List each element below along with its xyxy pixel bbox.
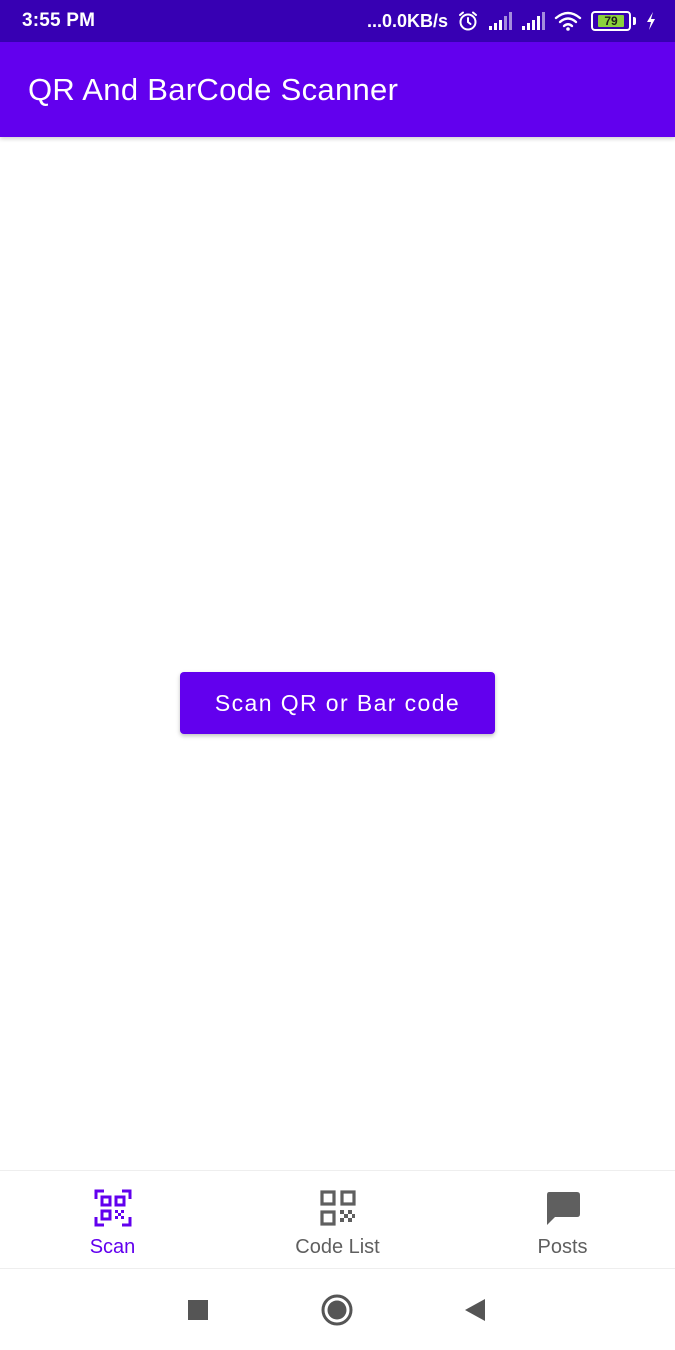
- system-navigation-bar: [0, 1270, 675, 1350]
- nav-item-code-list[interactable]: Code List: [225, 1171, 450, 1268]
- network-speed: ...0.0KB/s: [366, 10, 448, 31]
- status-time: 3:55 PM: [22, 10, 96, 31]
- signal-icon: [521, 12, 545, 30]
- scan-button[interactable]: Scan QR or Bar code: [180, 672, 495, 734]
- nav-item-scan[interactable]: Scan: [0, 1171, 225, 1268]
- battery-level: 79: [598, 14, 624, 28]
- qr-code-icon: [319, 1189, 357, 1227]
- message-icon: [544, 1189, 582, 1227]
- app-bar: QR And BarCode Scanner: [0, 42, 675, 137]
- nav-label-scan: Scan: [89, 1236, 136, 1258]
- wifi-icon: [554, 11, 582, 31]
- battery-icon: 79: [591, 11, 636, 31]
- qr-scan-icon: [94, 1189, 132, 1227]
- app-title: QR And BarCode Scanner: [28, 71, 399, 107]
- alarm-icon: [457, 10, 479, 32]
- status-bar: 3:55 PM ...0.0KB/s 79: [0, 0, 675, 42]
- home-icon[interactable]: [321, 1270, 353, 1350]
- bottom-navigation: Scan Code List Posts: [0, 1170, 675, 1269]
- charging-icon: [645, 11, 657, 31]
- back-icon[interactable]: [463, 1270, 487, 1350]
- nav-label-code-list: Code List: [295, 1236, 380, 1258]
- recents-icon[interactable]: [186, 1270, 210, 1350]
- nav-item-posts[interactable]: Posts: [450, 1171, 675, 1268]
- nav-label-posts: Posts: [537, 1236, 588, 1258]
- signal-icon: [488, 12, 512, 30]
- status-icons: ...0.0KB/s 79: [367, 10, 657, 32]
